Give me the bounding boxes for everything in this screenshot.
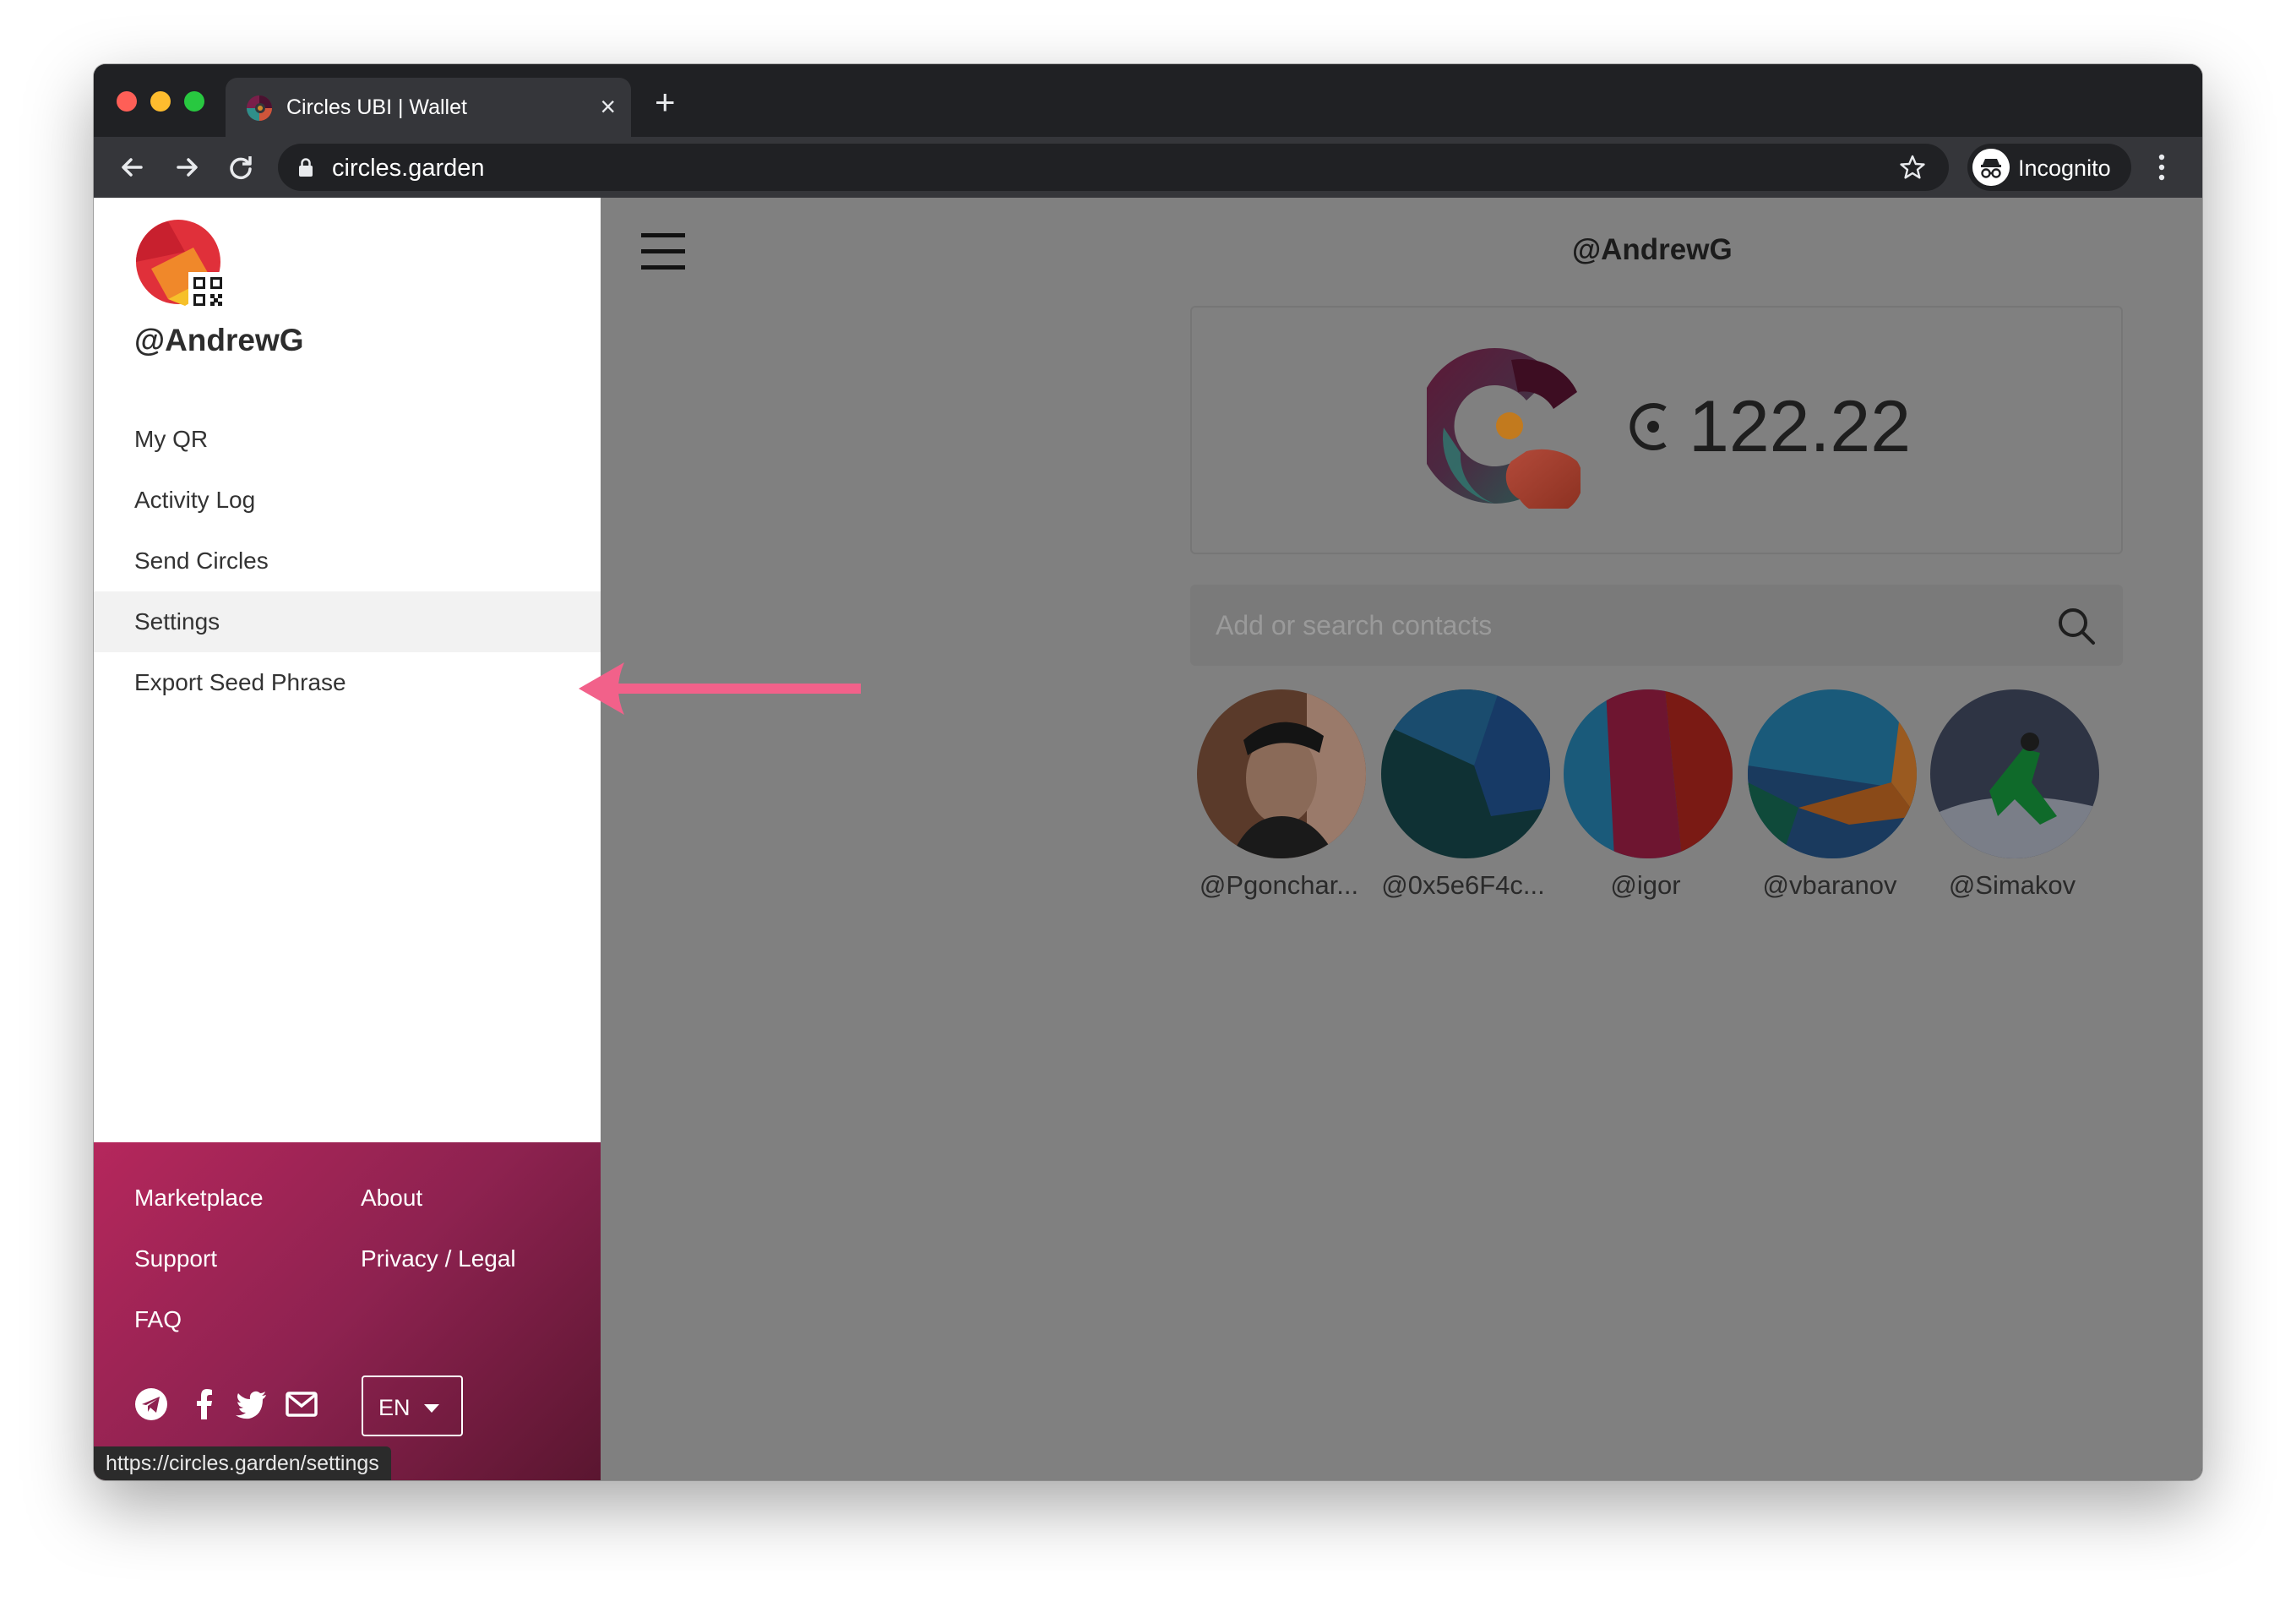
header-username: @AndrewG — [1572, 233, 1733, 266]
contact-search-box[interactable]: Add or search contacts — [1190, 585, 2123, 666]
privacy-legal-link[interactable]: Privacy / Legal — [361, 1245, 516, 1272]
contact-item[interactable]: @0x5e6F4c... — [1374, 689, 1552, 909]
lock-icon — [299, 158, 313, 177]
marketplace-link[interactable]: Marketplace — [134, 1185, 264, 1212]
annotation-arrow-icon — [579, 662, 861, 715]
menu-item-settings[interactable]: Settings — [94, 591, 601, 652]
contact-name: @Pgonchar... — [1199, 870, 1359, 900]
contact-item[interactable]: @igor — [1557, 689, 1734, 909]
contact-name: @Simakov — [1948, 870, 2076, 900]
browser-toolbar: circles.garden Incognito — [94, 137, 2202, 198]
tab-title: Circles UBI | Wallet — [286, 95, 467, 119]
page-content: @AndrewG 122.22 Add or search contacts @… — [94, 198, 2202, 1480]
maximize-window-button[interactable] — [184, 91, 204, 112]
circles-logo-icon — [1427, 348, 1581, 509]
tab-strip: Circles UBI | Wallet × + — [94, 64, 2202, 137]
url-text: circles.garden — [332, 155, 485, 182]
address-bar[interactable]: circles.garden — [278, 144, 1949, 191]
more-options-icon[interactable] — [2153, 150, 2170, 184]
contact-avatar — [1564, 689, 1733, 858]
menu-item-activity-log[interactable]: Activity Log — [94, 470, 601, 531]
close-window-button[interactable] — [117, 91, 137, 112]
contact-avatar — [1381, 689, 1550, 858]
sidebar-menu: My QR Activity Log Send Circles Settings… — [94, 409, 601, 713]
contact-item[interactable]: @vbaranov — [1741, 689, 1918, 909]
mail-icon[interactable] — [285, 1387, 318, 1421]
circles-favicon-icon — [247, 95, 272, 121]
contact-name: @0x5e6F4c... — [1381, 870, 1545, 900]
contact-name: @vbaranov — [1762, 870, 1897, 900]
user-avatar[interactable] — [134, 218, 229, 313]
search-icon[interactable] — [2057, 607, 2096, 646]
language-select[interactable]: EN — [362, 1375, 463, 1436]
balance-value: 122.22 — [1689, 386, 1912, 467]
menu-item-export-seed-phrase[interactable]: Export Seed Phrase — [94, 652, 601, 713]
hamburger-menu-icon[interactable] — [641, 232, 685, 272]
sidebar-footer: Marketplace About Support Privacy / Lega… — [94, 1142, 601, 1480]
balance-amount: 122.22 — [1630, 385, 1911, 469]
support-link[interactable]: Support — [134, 1245, 217, 1272]
balance-card: 122.22 — [1190, 306, 2123, 554]
search-input[interactable]: Add or search contacts — [1216, 610, 1492, 641]
faq-link[interactable]: FAQ — [134, 1306, 182, 1333]
facebook-icon[interactable] — [188, 1387, 222, 1421]
twitter-icon[interactable] — [234, 1387, 268, 1421]
new-tab-button[interactable]: + — [655, 84, 676, 120]
sidebar-drawer: @AndrewG My QR Activity Log Send Circles… — [94, 198, 601, 1480]
menu-item-send-circles[interactable]: Send Circles — [94, 531, 601, 591]
browser-tab[interactable]: Circles UBI | Wallet × — [226, 78, 631, 137]
forward-arrow-icon[interactable] — [168, 149, 205, 186]
chevron-down-icon — [424, 1404, 439, 1413]
contact-item[interactable]: @Pgonchar... — [1190, 689, 1368, 909]
contact-avatar — [1748, 689, 1917, 858]
contact-avatar — [1197, 689, 1366, 858]
reload-icon[interactable] — [222, 149, 259, 186]
link-status-tooltip: https://circles.garden/settings — [94, 1446, 391, 1480]
contacts-list: @Pgonchar... @0x5e6F4c... @igor @vbarano… — [1190, 689, 2123, 909]
bookmark-star-icon[interactable] — [1898, 153, 1927, 182]
contact-name: @igor — [1610, 870, 1681, 900]
language-value: EN — [378, 1395, 411, 1420]
contact-avatar — [1930, 689, 2099, 858]
back-arrow-icon[interactable] — [114, 149, 151, 186]
circles-currency-icon — [1630, 403, 1667, 450]
contact-item[interactable]: @Simakov — [1923, 689, 2101, 909]
tab-close-icon[interactable]: × — [600, 90, 616, 123]
telegram-icon[interactable] — [134, 1387, 168, 1421]
browser-window: Circles UBI | Wallet × + circles.garden — [94, 64, 2202, 1480]
about-link[interactable]: About — [361, 1185, 422, 1212]
sidebar-username: @AndrewG — [134, 323, 304, 357]
incognito-icon — [1972, 149, 2010, 186]
incognito-label: Incognito — [2018, 155, 2111, 181]
incognito-profile-button[interactable]: Incognito — [1967, 144, 2131, 191]
menu-item-my-qr[interactable]: My QR — [94, 409, 601, 470]
minimize-window-button[interactable] — [150, 91, 171, 112]
